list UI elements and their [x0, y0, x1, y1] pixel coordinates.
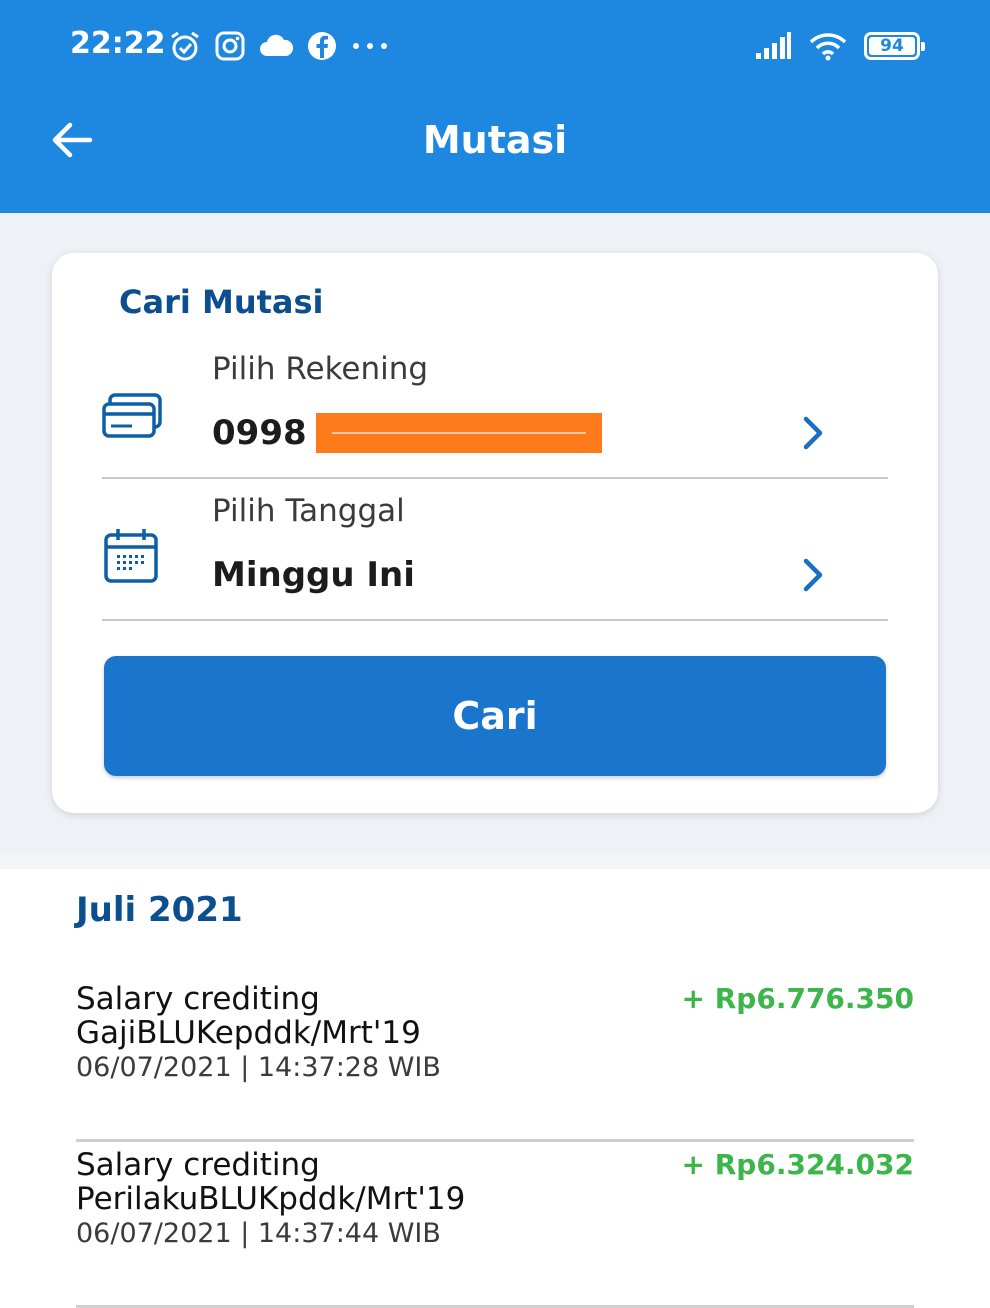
account-selector[interactable]: Pilih Rekening 0998 ( [102, 337, 888, 479]
transaction-datetime: 06/07/2021 | 14:37:28 WIB [76, 1052, 441, 1083]
transaction-amount: + Rp6.324.032 [681, 1148, 914, 1181]
date-value: Minggu Ini [212, 555, 415, 595]
search-card: Cari Mutasi Pilih Rekening 0998 ( Pilih [52, 253, 938, 813]
chevron-right-icon [803, 558, 823, 592]
card-title: Cari Mutasi [119, 283, 324, 321]
wifi-icon [809, 33, 847, 61]
notification-icons [168, 28, 390, 64]
transaction-row[interactable]: Salary crediting PerilakuBLUKpddk/Mrt'19… [76, 1148, 914, 1308]
status-bar: 22:22 94 [0, 0, 990, 90]
date-label: Pilih Tanggal [212, 493, 405, 529]
more-dots-icon [353, 43, 387, 49]
transaction-datetime: 06/07/2021 | 14:37:44 WIB [76, 1218, 441, 1249]
instagram-icon [215, 31, 245, 61]
battery-icon: 94 [864, 32, 925, 60]
card-icon [102, 393, 162, 438]
transaction-row[interactable]: Salary crediting GajiBLUKepddk/Mrt'19 + … [76, 982, 914, 1142]
app-header: 22:22 94 Mutasi [0, 0, 990, 213]
transaction-amount: + Rp6.776.350 [681, 982, 914, 1015]
system-icons: 94 [754, 28, 925, 64]
alarm-icon [171, 31, 199, 61]
page-title: Mutasi [422, 118, 568, 162]
date-selector[interactable]: Pilih Tanggal Minggu Ini [102, 479, 888, 621]
transaction-description: Salary crediting PerilakuBLUKpddk/Mrt'19 [76, 1147, 466, 1217]
account-label: Pilih Rekening [212, 351, 429, 387]
redacted-account-number [316, 413, 602, 453]
status-time: 22:22 [70, 26, 166, 61]
facebook-icon [308, 32, 336, 60]
calendar-icon [104, 529, 158, 583]
month-header: Juli 2021 [76, 890, 243, 930]
signal-icon [756, 32, 791, 59]
chevron-right-icon [803, 416, 823, 450]
transaction-description: Salary crediting GajiBLUKepddk/Mrt'19 [76, 981, 421, 1051]
search-button[interactable]: Cari [104, 656, 886, 776]
cloud-icon [260, 34, 294, 56]
section-divider [0, 853, 990, 869]
battery-level: 94 [880, 36, 904, 56]
